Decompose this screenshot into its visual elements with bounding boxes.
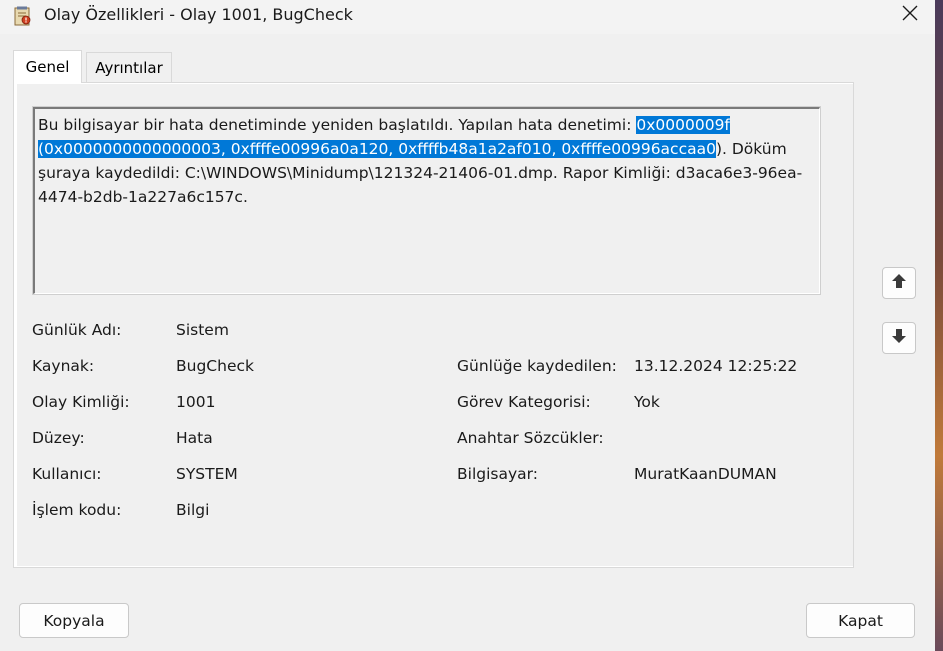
source-label: Kaynak: [32, 357, 95, 375]
copy-button[interactable]: Kopyala [19, 603, 129, 638]
opcode-value: Bilgi [176, 501, 210, 519]
logged-value: 13.12.2024 12:25:22 [634, 357, 798, 375]
level-value: Hata [176, 429, 213, 447]
user-value: SYSTEM [176, 465, 238, 483]
tab-general[interactable]: Genel [13, 50, 82, 83]
level-label: Düzey: [32, 429, 85, 447]
window-title: Olay Özellikleri - Olay 1001, BugCheck [44, 5, 353, 24]
event-id-value: 1001 [176, 393, 216, 411]
event-id-label: Olay Kimliği: [32, 393, 130, 411]
next-event-button[interactable] [882, 322, 916, 354]
log-name-label: Günlük Adı: [32, 321, 122, 339]
computer-value: MuratKaanDUMAN [634, 465, 777, 483]
description-text-before: Bu bilgisayar bir hata denetiminde yenid… [38, 116, 637, 134]
close-window-button[interactable] [890, 0, 930, 30]
close-button[interactable]: Kapat [806, 603, 915, 638]
logged-label: Günlüğe kaydedilen: [457, 357, 617, 375]
task-category-value: Yok [634, 393, 660, 411]
computer-label: Bilgisayar: [457, 465, 538, 483]
description-text[interactable]: Bu bilgisayar bir hata denetiminde yenid… [38, 113, 818, 209]
arrow-down-icon [890, 327, 908, 349]
keywords-label: Anahtar Sözcükler: [457, 429, 604, 447]
event-viewer-icon [14, 6, 32, 26]
title-bar: Olay Özellikleri - Olay 1001, BugCheck [0, 0, 943, 34]
close-icon [902, 5, 918, 25]
previous-event-button[interactable] [882, 267, 916, 299]
user-label: Kullanıcı: [32, 465, 102, 483]
desktop-background-edge [935, 0, 943, 651]
task-category-label: Görev Kategorisi: [457, 393, 591, 411]
log-name-value: Sistem [176, 321, 229, 339]
opcode-label: İşlem kodu: [32, 501, 122, 519]
tab-details[interactable]: Ayrıntılar [86, 52, 172, 82]
source-value: BugCheck [176, 357, 254, 375]
arrow-up-icon [890, 272, 908, 294]
